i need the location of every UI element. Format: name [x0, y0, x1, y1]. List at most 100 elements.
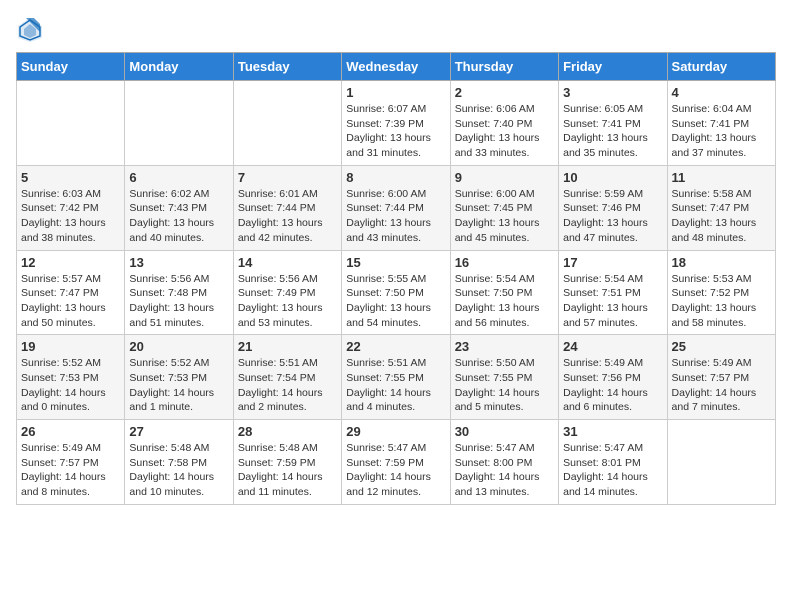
calendar-cell: 12Sunrise: 5:57 AM Sunset: 7:47 PM Dayli…	[17, 250, 125, 335]
week-row-5: 26 Sunrise: 5:49 AM Sunset: 7:57 PM Dayli…	[17, 420, 776, 505]
page-header	[16, 16, 776, 44]
calendar-cell: 11 Sunrise: 5:58 AM Sunset: 7:47 PM Dayli…	[667, 165, 775, 250]
day-info: Sunrise: 6:06 AM Sunset: 7:40 PM Dayligh…	[455, 103, 540, 159]
day-number: 3	[563, 85, 662, 100]
calendar-cell: 27Sunrise: 5:48 AM Sunset: 7:58 PM Dayli…	[125, 420, 233, 505]
calendar-cell: 6 Sunrise: 6:02 AM Sunset: 7:43 PM Daylig…	[125, 165, 233, 250]
weekday-header-sunday: Sunday	[17, 53, 125, 81]
day-number: 4	[672, 85, 771, 100]
calendar-cell: 20 Sunrise: 5:52 AM Sunset: 7:53 PM Dayli…	[125, 335, 233, 420]
day-number: 2	[455, 85, 554, 100]
calendar-cell: 16 Sunrise: 5:54 AM Sunset: 7:50 PM Dayli…	[450, 250, 558, 335]
day-info: Sunrise: 5:52 AM Sunset: 7:53 PM Dayligh…	[129, 357, 214, 413]
day-info: Sunrise: 5:57 AM Sunset: 7:47 PM Dayligh…	[21, 273, 106, 329]
day-info: Sunrise: 5:54 AM Sunset: 7:50 PM Dayligh…	[455, 273, 540, 329]
weekday-header-friday: Friday	[559, 53, 667, 81]
day-info: Sunrise: 6:05 AM Sunset: 7:41 PM Dayligh…	[563, 103, 648, 159]
week-row-1: 1 Sunrise: 6:07 AM Sunset: 7:39 PM Daylig…	[17, 81, 776, 166]
day-number: 21	[238, 339, 337, 354]
calendar-body: 1 Sunrise: 6:07 AM Sunset: 7:39 PM Daylig…	[17, 81, 776, 505]
calendar-cell: 22 Sunrise: 5:51 AM Sunset: 7:55 PM Dayli…	[342, 335, 450, 420]
day-number: 17	[563, 255, 662, 270]
calendar-cell: 31 Sunrise: 5:47 AM Sunset: 8:01 PM Dayli…	[559, 420, 667, 505]
day-info: Sunrise: 5:50 AM Sunset: 7:55 PM Dayligh…	[455, 357, 540, 413]
weekday-header-wednesday: Wednesday	[342, 53, 450, 81]
day-number: 16	[455, 255, 554, 270]
day-number: 1	[346, 85, 445, 100]
calendar-cell: 29 Sunrise: 5:47 AM Sunset: 7:59 PM Dayli…	[342, 420, 450, 505]
weekday-header-tuesday: Tuesday	[233, 53, 341, 81]
day-number: 6	[129, 170, 228, 185]
calendar-cell	[667, 420, 775, 505]
day-info: Sunrise: 6:00 AM Sunset: 7:45 PM Dayligh…	[455, 188, 540, 244]
day-number: 25	[672, 339, 771, 354]
calendar-cell: 23 Sunrise: 5:50 AM Sunset: 7:55 PM Dayli…	[450, 335, 558, 420]
day-number: 23	[455, 339, 554, 354]
calendar-cell: 30Sunrise: 5:47 AM Sunset: 8:00 PM Dayli…	[450, 420, 558, 505]
day-info: Sunrise: 5:53 AM Sunset: 7:52 PM Dayligh…	[672, 273, 757, 329]
calendar-cell: 26 Sunrise: 5:49 AM Sunset: 7:57 PM Dayli…	[17, 420, 125, 505]
day-number: 11	[672, 170, 771, 185]
weekday-header-monday: Monday	[125, 53, 233, 81]
day-number: 19	[21, 339, 120, 354]
day-number: 15	[346, 255, 445, 270]
day-info: Sunrise: 5:47 AM Sunset: 8:01 PM Dayligh…	[563, 442, 648, 498]
day-number: 20	[129, 339, 228, 354]
day-number: 9	[455, 170, 554, 185]
day-number: 28	[238, 424, 337, 439]
day-number: 22	[346, 339, 445, 354]
day-number: 29	[346, 424, 445, 439]
day-number: 26	[21, 424, 120, 439]
calendar-cell	[125, 81, 233, 166]
calendar-cell: 18Sunrise: 5:53 AM Sunset: 7:52 PM Dayli…	[667, 250, 775, 335]
day-info: Sunrise: 5:51 AM Sunset: 7:55 PM Dayligh…	[346, 357, 431, 413]
calendar-cell: 17 Sunrise: 5:54 AM Sunset: 7:51 PM Dayli…	[559, 250, 667, 335]
calendar-cell: 24Sunrise: 5:49 AM Sunset: 7:56 PM Dayli…	[559, 335, 667, 420]
day-number: 31	[563, 424, 662, 439]
calendar-table: SundayMondayTuesdayWednesdayThursdayFrid…	[16, 52, 776, 505]
calendar-cell	[233, 81, 341, 166]
calendar-cell: 25 Sunrise: 5:49 AM Sunset: 7:57 PM Dayli…	[667, 335, 775, 420]
day-info: Sunrise: 5:48 AM Sunset: 7:58 PM Dayligh…	[129, 442, 214, 498]
calendar-cell: 10Sunrise: 5:59 AM Sunset: 7:46 PM Dayli…	[559, 165, 667, 250]
calendar-cell: 1 Sunrise: 6:07 AM Sunset: 7:39 PM Daylig…	[342, 81, 450, 166]
day-info: Sunrise: 5:49 AM Sunset: 7:56 PM Dayligh…	[563, 357, 648, 413]
day-info: Sunrise: 6:01 AM Sunset: 7:44 PM Dayligh…	[238, 188, 323, 244]
day-info: Sunrise: 5:48 AM Sunset: 7:59 PM Dayligh…	[238, 442, 323, 498]
day-info: Sunrise: 5:47 AM Sunset: 7:59 PM Dayligh…	[346, 442, 431, 498]
calendar-cell: 19 Sunrise: 5:52 AM Sunset: 7:53 PM Dayli…	[17, 335, 125, 420]
calendar-cell: 9 Sunrise: 6:00 AM Sunset: 7:45 PM Daylig…	[450, 165, 558, 250]
day-number: 30	[455, 424, 554, 439]
calendar-cell: 28 Sunrise: 5:48 AM Sunset: 7:59 PM Dayli…	[233, 420, 341, 505]
calendar-cell: 2 Sunrise: 6:06 AM Sunset: 7:40 PM Daylig…	[450, 81, 558, 166]
calendar-cell: 3 Sunrise: 6:05 AM Sunset: 7:41 PM Daylig…	[559, 81, 667, 166]
day-info: Sunrise: 5:58 AM Sunset: 7:47 PM Dayligh…	[672, 188, 757, 244]
day-number: 10	[563, 170, 662, 185]
weekday-header-row: SundayMondayTuesdayWednesdayThursdayFrid…	[17, 53, 776, 81]
calendar-cell: 15 Sunrise: 5:55 AM Sunset: 7:50 PM Dayli…	[342, 250, 450, 335]
day-info: Sunrise: 6:07 AM Sunset: 7:39 PM Dayligh…	[346, 103, 431, 159]
day-info: Sunrise: 5:51 AM Sunset: 7:54 PM Dayligh…	[238, 357, 323, 413]
day-info: Sunrise: 5:52 AM Sunset: 7:53 PM Dayligh…	[21, 357, 106, 413]
day-info: Sunrise: 5:49 AM Sunset: 7:57 PM Dayligh…	[21, 442, 106, 498]
day-number: 14	[238, 255, 337, 270]
day-info: Sunrise: 6:02 AM Sunset: 7:43 PM Dayligh…	[129, 188, 214, 244]
logo-icon	[16, 16, 44, 44]
day-info: Sunrise: 5:55 AM Sunset: 7:50 PM Dayligh…	[346, 273, 431, 329]
day-number: 5	[21, 170, 120, 185]
calendar-cell: 4 Sunrise: 6:04 AM Sunset: 7:41 PM Daylig…	[667, 81, 775, 166]
day-info: Sunrise: 5:56 AM Sunset: 7:49 PM Dayligh…	[238, 273, 323, 329]
weekday-header-thursday: Thursday	[450, 53, 558, 81]
day-info: Sunrise: 6:04 AM Sunset: 7:41 PM Dayligh…	[672, 103, 757, 159]
calendar-cell: 14 Sunrise: 5:56 AM Sunset: 7:49 PM Dayli…	[233, 250, 341, 335]
day-info: Sunrise: 5:54 AM Sunset: 7:51 PM Dayligh…	[563, 273, 648, 329]
calendar-cell: 7 Sunrise: 6:01 AM Sunset: 7:44 PM Daylig…	[233, 165, 341, 250]
calendar-cell	[17, 81, 125, 166]
day-number: 7	[238, 170, 337, 185]
logo	[16, 16, 46, 44]
day-number: 13	[129, 255, 228, 270]
day-info: Sunrise: 5:49 AM Sunset: 7:57 PM Dayligh…	[672, 357, 757, 413]
calendar-cell: 5Sunrise: 6:03 AM Sunset: 7:42 PM Daylig…	[17, 165, 125, 250]
weekday-header-saturday: Saturday	[667, 53, 775, 81]
calendar-cell: 13Sunrise: 5:56 AM Sunset: 7:48 PM Dayli…	[125, 250, 233, 335]
